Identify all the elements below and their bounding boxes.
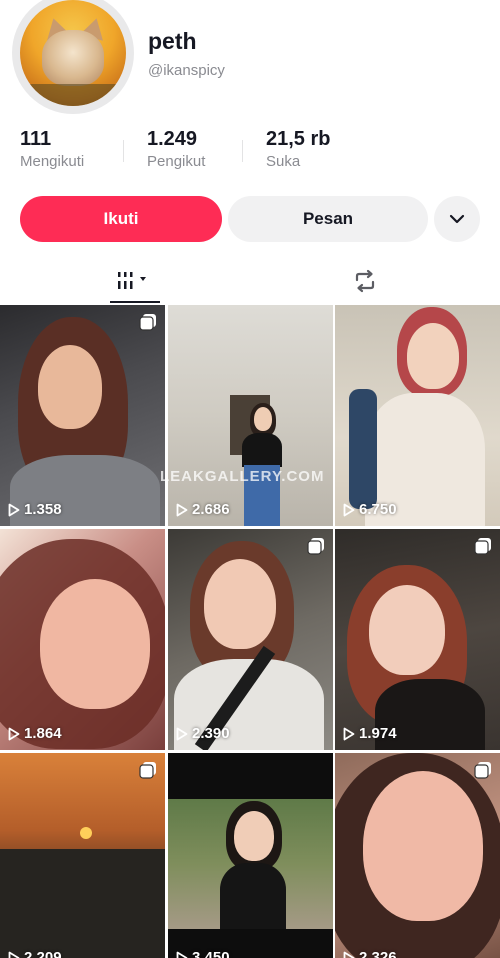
view-count-text: 3.450 [192,949,230,958]
tab-videos[interactable] [110,258,160,304]
thumb-face [40,579,150,709]
view-count-text: 6.750 [359,501,397,518]
video-thumbnail[interactable]: 6.750 [335,305,500,526]
thumb-face [234,811,274,861]
thumb-face [38,345,102,429]
message-button[interactable]: Pesan [228,196,428,242]
thumb-bag [349,389,377,509]
view-count: 1.974 [343,725,397,742]
video-thumbnail[interactable]: 2.326 [335,753,500,958]
play-icon [343,503,355,516]
avatar-cat [42,30,104,86]
avatar[interactable] [20,0,126,106]
view-count: 3.450 [176,949,230,958]
multi-photo-icon [139,314,156,331]
stat-following[interactable]: 111 Mengikuti [20,128,84,170]
stat-value: 21,5 rb [266,128,331,150]
multi-photo-icon [307,538,324,555]
play-icon [176,951,188,958]
thumb-body [220,863,286,929]
video-thumbnail[interactable]: 2.209 [0,753,165,958]
more-options-button[interactable] [434,196,480,242]
thumb-face [369,585,445,675]
follow-button[interactable]: Ikuti [20,196,222,242]
stat-value: 111 [20,128,52,150]
stat-divider [123,140,124,162]
video-thumbnail[interactable]: 3.450 [168,753,333,958]
thumb-horizon [0,849,165,958]
view-count-text: 1.358 [24,501,62,518]
multi-photo-icon [474,538,491,555]
stat-label: Pengikut [147,153,206,170]
view-count: 2.686 [176,501,230,518]
stat-label: Mengikuti [20,153,85,170]
play-icon [176,727,188,740]
thumb-face [363,771,483,921]
view-count: 1.358 [8,501,62,518]
active-tab-indicator [110,301,160,303]
play-icon [8,951,20,958]
video-thumbnail[interactable]: 1.358 [0,305,165,526]
play-icon [343,727,355,740]
thumb-face [407,323,459,389]
view-count: 2.390 [176,725,230,742]
view-count-text: 1.974 [359,725,397,742]
thumb-face [254,407,272,431]
profile-tabs [0,258,500,304]
play-icon [343,951,355,958]
play-icon [176,503,188,516]
video-thumbnail[interactable]: 1.864 [0,529,165,750]
repost-icon [355,269,375,293]
chevron-down-icon [449,214,465,224]
profile-handle: @ikanspicy [148,62,225,79]
multi-photo-icon [139,762,156,779]
view-count: 2.209 [8,949,62,958]
tab-reposts[interactable] [345,258,385,304]
view-count: 6.750 [343,501,397,518]
thumb-sun [80,827,92,839]
stat-value: 1.249 [147,128,198,150]
grid-bars-icon [118,272,146,289]
profile-username: peth [148,28,197,54]
video-grid: 1.358 2.686 6.750 1.864 2.390 1.974 2.20… [0,305,500,958]
play-icon [8,727,20,740]
view-count-text: 2.326 [359,949,397,958]
avatar-ring[interactable] [12,0,134,114]
view-count: 1.864 [8,725,62,742]
stat-label: Suka [266,153,301,170]
play-icon [8,503,20,516]
watermark: LEAKGALLERY.COM [160,468,325,485]
profile-header: peth @ikanspicy [0,0,500,120]
thumb-face [204,559,276,649]
view-count-text: 2.686 [192,501,230,518]
stat-likes[interactable]: 21,5 rb Suka [266,128,330,170]
stat-divider [242,140,243,162]
thumb-top [242,433,282,467]
avatar-ground [20,84,126,106]
view-count-text: 2.390 [192,725,230,742]
video-thumbnail[interactable]: 1.974 [335,529,500,750]
profile-stats: 111 Mengikuti 1.249 Pengikut 21,5 rb Suk… [0,128,500,178]
multi-photo-icon [474,762,491,779]
video-thumbnail[interactable]: 2.686 [168,305,333,526]
view-count-text: 1.864 [24,725,62,742]
profile-actions: Ikuti Pesan [0,196,500,242]
view-count-text: 2.209 [24,949,62,958]
video-thumbnail[interactable]: 2.390 [168,529,333,750]
stat-followers[interactable]: 1.249 Pengikut [147,128,205,170]
view-count: 2.326 [343,949,397,958]
